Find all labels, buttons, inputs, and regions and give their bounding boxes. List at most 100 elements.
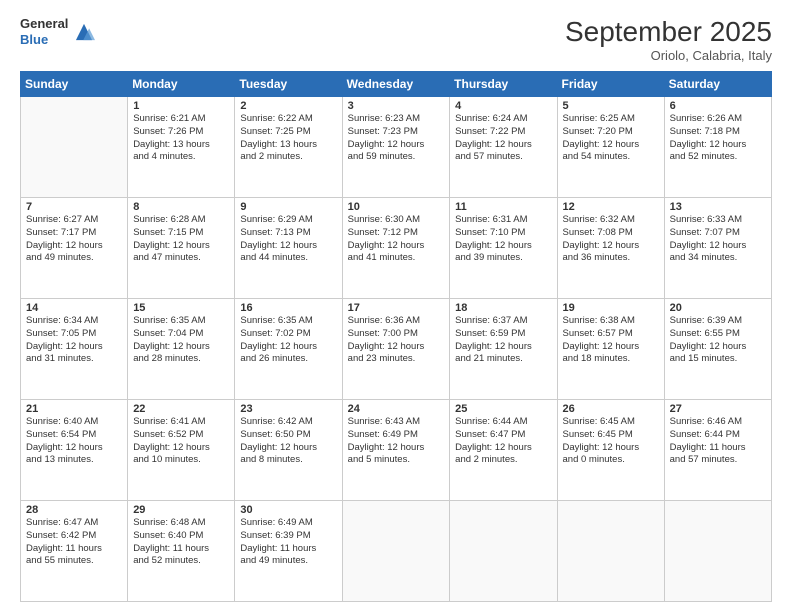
table-row: 23Sunrise: 6:42 AMSunset: 6:50 PMDayligh…	[235, 400, 342, 501]
table-row	[342, 501, 450, 602]
table-row: 22Sunrise: 6:41 AMSunset: 6:52 PMDayligh…	[128, 400, 235, 501]
day-number: 13	[670, 201, 766, 213]
col-saturday: Saturday	[664, 72, 771, 97]
day-number: 9	[240, 201, 336, 213]
day-number: 6	[670, 100, 766, 112]
calendar-week-row: 1Sunrise: 6:21 AMSunset: 7:26 PMDaylight…	[21, 97, 772, 198]
col-thursday: Thursday	[450, 72, 557, 97]
day-info: Sunrise: 6:47 AMSunset: 6:42 PMDaylight:…	[26, 517, 122, 568]
col-sunday: Sunday	[21, 72, 128, 97]
day-info: Sunrise: 6:22 AMSunset: 7:25 PMDaylight:…	[240, 113, 336, 164]
day-number: 23	[240, 403, 336, 415]
day-info: Sunrise: 6:40 AMSunset: 6:54 PMDaylight:…	[26, 416, 122, 467]
table-row: 11Sunrise: 6:31 AMSunset: 7:10 PMDayligh…	[450, 198, 557, 299]
col-tuesday: Tuesday	[235, 72, 342, 97]
table-row: 28Sunrise: 6:47 AMSunset: 6:42 PMDayligh…	[21, 501, 128, 602]
day-info: Sunrise: 6:27 AMSunset: 7:17 PMDaylight:…	[26, 214, 122, 265]
day-number: 18	[455, 302, 551, 314]
day-number: 8	[133, 201, 229, 213]
table-row: 3Sunrise: 6:23 AMSunset: 7:23 PMDaylight…	[342, 97, 450, 198]
table-row: 17Sunrise: 6:36 AMSunset: 7:00 PMDayligh…	[342, 299, 450, 400]
subtitle: Oriolo, Calabria, Italy	[565, 48, 772, 63]
table-row: 9Sunrise: 6:29 AMSunset: 7:13 PMDaylight…	[235, 198, 342, 299]
day-info: Sunrise: 6:21 AMSunset: 7:26 PMDaylight:…	[133, 113, 229, 164]
day-info: Sunrise: 6:49 AMSunset: 6:39 PMDaylight:…	[240, 517, 336, 568]
day-number: 16	[240, 302, 336, 314]
calendar-week-row: 28Sunrise: 6:47 AMSunset: 6:42 PMDayligh…	[21, 501, 772, 602]
day-info: Sunrise: 6:32 AMSunset: 7:08 PMDaylight:…	[563, 214, 659, 265]
day-number: 26	[563, 403, 659, 415]
day-number: 17	[348, 302, 445, 314]
table-row	[450, 501, 557, 602]
col-friday: Friday	[557, 72, 664, 97]
day-info: Sunrise: 6:43 AMSunset: 6:49 PMDaylight:…	[348, 416, 445, 467]
logo: General Blue	[20, 16, 95, 47]
day-info: Sunrise: 6:46 AMSunset: 6:44 PMDaylight:…	[670, 416, 766, 467]
table-row: 15Sunrise: 6:35 AMSunset: 7:04 PMDayligh…	[128, 299, 235, 400]
day-info: Sunrise: 6:36 AMSunset: 7:00 PMDaylight:…	[348, 315, 445, 366]
day-info: Sunrise: 6:38 AMSunset: 6:57 PMDaylight:…	[563, 315, 659, 366]
calendar-header-row: Sunday Monday Tuesday Wednesday Thursday…	[21, 72, 772, 97]
table-row	[21, 97, 128, 198]
day-info: Sunrise: 6:45 AMSunset: 6:45 PMDaylight:…	[563, 416, 659, 467]
table-row: 26Sunrise: 6:45 AMSunset: 6:45 PMDayligh…	[557, 400, 664, 501]
table-row	[557, 501, 664, 602]
day-info: Sunrise: 6:30 AMSunset: 7:12 PMDaylight:…	[348, 214, 445, 265]
table-row: 21Sunrise: 6:40 AMSunset: 6:54 PMDayligh…	[21, 400, 128, 501]
day-number: 2	[240, 100, 336, 112]
day-info: Sunrise: 6:26 AMSunset: 7:18 PMDaylight:…	[670, 113, 766, 164]
day-info: Sunrise: 6:34 AMSunset: 7:05 PMDaylight:…	[26, 315, 122, 366]
calendar-week-row: 21Sunrise: 6:40 AMSunset: 6:54 PMDayligh…	[21, 400, 772, 501]
day-info: Sunrise: 6:28 AMSunset: 7:15 PMDaylight:…	[133, 214, 229, 265]
day-number: 1	[133, 100, 229, 112]
day-info: Sunrise: 6:35 AMSunset: 7:02 PMDaylight:…	[240, 315, 336, 366]
table-row: 4Sunrise: 6:24 AMSunset: 7:22 PMDaylight…	[450, 97, 557, 198]
table-row: 12Sunrise: 6:32 AMSunset: 7:08 PMDayligh…	[557, 198, 664, 299]
day-number: 21	[26, 403, 122, 415]
table-row: 14Sunrise: 6:34 AMSunset: 7:05 PMDayligh…	[21, 299, 128, 400]
table-row: 10Sunrise: 6:30 AMSunset: 7:12 PMDayligh…	[342, 198, 450, 299]
day-number: 28	[26, 504, 122, 516]
day-number: 25	[455, 403, 551, 415]
table-row: 8Sunrise: 6:28 AMSunset: 7:15 PMDaylight…	[128, 198, 235, 299]
table-row: 27Sunrise: 6:46 AMSunset: 6:44 PMDayligh…	[664, 400, 771, 501]
day-info: Sunrise: 6:24 AMSunset: 7:22 PMDaylight:…	[455, 113, 551, 164]
table-row: 16Sunrise: 6:35 AMSunset: 7:02 PMDayligh…	[235, 299, 342, 400]
header: General Blue September 2025 Oriolo, Cala…	[20, 16, 772, 63]
logo-blue-text: Blue	[20, 32, 68, 48]
table-row: 5Sunrise: 6:25 AMSunset: 7:20 PMDaylight…	[557, 97, 664, 198]
day-number: 7	[26, 201, 122, 213]
logo-icon	[73, 21, 95, 43]
table-row: 18Sunrise: 6:37 AMSunset: 6:59 PMDayligh…	[450, 299, 557, 400]
day-number: 20	[670, 302, 766, 314]
day-info: Sunrise: 6:31 AMSunset: 7:10 PMDaylight:…	[455, 214, 551, 265]
day-number: 5	[563, 100, 659, 112]
table-row: 20Sunrise: 6:39 AMSunset: 6:55 PMDayligh…	[664, 299, 771, 400]
day-number: 22	[133, 403, 229, 415]
day-number: 30	[240, 504, 336, 516]
month-title: September 2025	[565, 16, 772, 48]
col-wednesday: Wednesday	[342, 72, 450, 97]
day-info: Sunrise: 6:33 AMSunset: 7:07 PMDaylight:…	[670, 214, 766, 265]
table-row: 29Sunrise: 6:48 AMSunset: 6:40 PMDayligh…	[128, 501, 235, 602]
day-number: 11	[455, 201, 551, 213]
table-row	[664, 501, 771, 602]
day-info: Sunrise: 6:41 AMSunset: 6:52 PMDaylight:…	[133, 416, 229, 467]
table-row: 25Sunrise: 6:44 AMSunset: 6:47 PMDayligh…	[450, 400, 557, 501]
day-number: 29	[133, 504, 229, 516]
day-info: Sunrise: 6:48 AMSunset: 6:40 PMDaylight:…	[133, 517, 229, 568]
day-info: Sunrise: 6:37 AMSunset: 6:59 PMDaylight:…	[455, 315, 551, 366]
day-number: 15	[133, 302, 229, 314]
day-number: 12	[563, 201, 659, 213]
day-info: Sunrise: 6:44 AMSunset: 6:47 PMDaylight:…	[455, 416, 551, 467]
table-row: 2Sunrise: 6:22 AMSunset: 7:25 PMDaylight…	[235, 97, 342, 198]
day-info: Sunrise: 6:35 AMSunset: 7:04 PMDaylight:…	[133, 315, 229, 366]
day-number: 3	[348, 100, 445, 112]
day-number: 24	[348, 403, 445, 415]
calendar-table: Sunday Monday Tuesday Wednesday Thursday…	[20, 71, 772, 602]
table-row: 7Sunrise: 6:27 AMSunset: 7:17 PMDaylight…	[21, 198, 128, 299]
day-number: 10	[348, 201, 445, 213]
col-monday: Monday	[128, 72, 235, 97]
day-number: 4	[455, 100, 551, 112]
day-number: 19	[563, 302, 659, 314]
